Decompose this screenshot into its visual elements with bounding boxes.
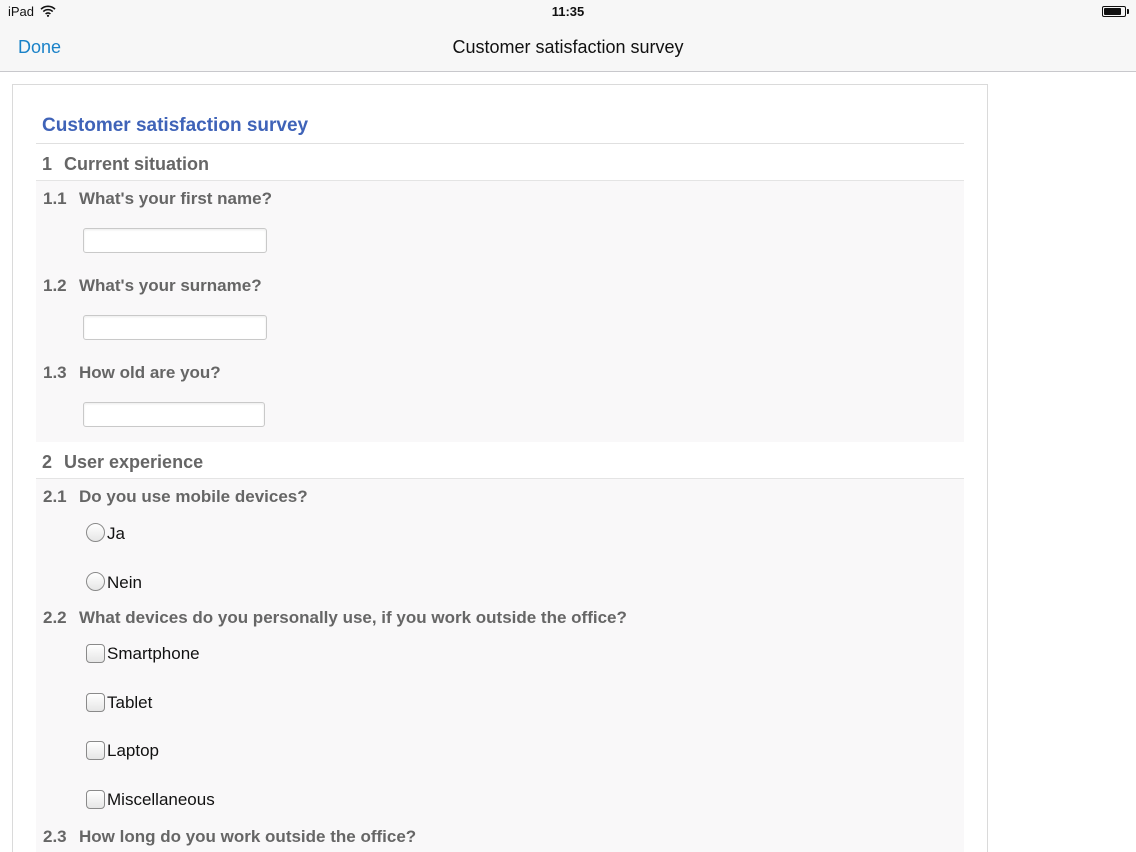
section-title: User experience [64, 452, 204, 472]
option-label-ja[interactable]: Ja [107, 524, 125, 544]
clock: 11:35 [551, 4, 585, 19]
option-label-laptop[interactable]: Laptop [107, 741, 159, 761]
age-input[interactable] [83, 402, 265, 427]
surname-input[interactable] [83, 315, 267, 340]
question-number: 1.2 [43, 276, 67, 295]
option-label-nein[interactable]: Nein [107, 573, 142, 593]
checkbox-smartphone[interactable] [86, 644, 105, 663]
battery-level [1104, 8, 1121, 15]
option-label-miscellaneous[interactable]: Miscellaneous [107, 790, 215, 810]
section-title: Current situation [64, 154, 210, 174]
question-number: 1.3 [43, 363, 67, 382]
question-time-outside-office: How long do you work outside the office? [79, 827, 417, 846]
navigation-bar: Done Customer satisfaction survey [0, 24, 1136, 72]
question-surname: What's your surname? [79, 276, 262, 295]
section-header-user-experience: 2 User experience [36, 443, 964, 479]
survey-title: Customer satisfaction survey [42, 115, 309, 136]
checkbox-miscellaneous[interactable] [86, 790, 105, 809]
section-header-current-situation: 1 Current situation [36, 145, 964, 181]
question-first-name: What's your first name? [79, 189, 272, 208]
option-label-tablet[interactable]: Tablet [107, 693, 152, 713]
question-number: 1.1 [43, 189, 67, 208]
question-number: 2.2 [43, 608, 67, 627]
radio-ja[interactable] [86, 523, 105, 542]
battery-icon [1102, 6, 1126, 17]
question-number: 2.3 [43, 827, 67, 846]
nav-title: Customer satisfaction survey [452, 37, 684, 57]
question-number: 2.1 [43, 487, 67, 506]
question-devices-used: What devices do you personally use, if y… [79, 608, 627, 627]
status-bar: iPad 11:35 [0, 0, 1136, 24]
battery-tip [1127, 9, 1129, 14]
option-label-smartphone[interactable]: Smartphone [107, 644, 200, 664]
checkbox-tablet[interactable] [86, 693, 105, 712]
divider [36, 143, 964, 144]
section-number: 2 [42, 452, 53, 472]
radio-nein[interactable] [86, 572, 105, 591]
question-mobile-devices: Do you use mobile devices? [79, 487, 308, 506]
checkbox-laptop[interactable] [86, 741, 105, 760]
question-age: How old are you? [79, 363, 221, 382]
section-number: 1 [42, 154, 53, 174]
first-name-input[interactable] [83, 228, 267, 253]
